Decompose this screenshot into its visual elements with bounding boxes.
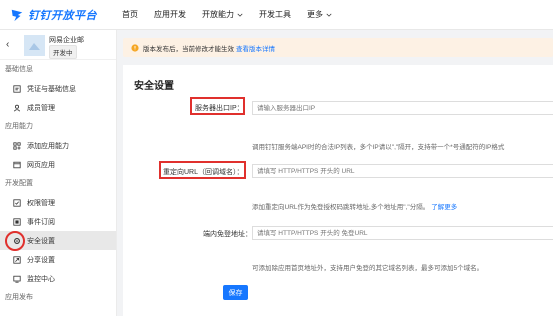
sidebar-item-label: 安全设置 — [27, 237, 55, 245]
chevron-down-icon — [326, 13, 332, 17]
sidebar-item-label: 成员管理 — [27, 104, 55, 112]
learn-more-link[interactable]: 了解更多 — [431, 204, 457, 211]
member-icon — [13, 104, 21, 111]
sidebar: ‹ 网易企业邮 开发中 基础信息 凭证与基础信息 成员管理 应用能力 添加应用能… — [0, 30, 117, 316]
version-details-link[interactable]: 查看版本详情 — [236, 43, 275, 53]
app-name: 网易企业邮 — [49, 37, 84, 44]
redirect-url-help-text: 添加重定向URL作为免登授权码跳转地址,多个地址用","分隔。 — [252, 204, 430, 211]
back-arrow-icon[interactable]: ‹ — [6, 39, 9, 50]
sidebar-item-security[interactable]: 安全设置 — [0, 231, 116, 251]
in-app-login-input[interactable] — [252, 226, 553, 240]
notice-bar: 版本发布后，当前修改才能生效 查看版本详情 — [123, 38, 553, 57]
app-image-icon — [24, 35, 45, 56]
sidebar-item-label: 分享设置 — [27, 256, 55, 264]
sidebar-item-members[interactable]: 成员管理 — [0, 98, 116, 117]
chevron-down-icon — [237, 13, 243, 17]
top-navigation: 钉钉开放平台 首页 应用开发 开放能力 开发工具 更多 — [0, 0, 553, 30]
sidebar-item-label: 添加应用能力 — [27, 142, 69, 150]
section-dev-config: 开发配置 — [5, 180, 33, 187]
add-capability-icon — [13, 141, 21, 150]
section-app-capabilities: 应用能力 — [5, 123, 33, 130]
sidebar-item-web-app[interactable]: 网页应用 — [0, 155, 116, 174]
sidebar-item-label: 事件订阅 — [27, 218, 55, 226]
sidebar-item-label: 权限管理 — [27, 199, 55, 207]
sidebar-item-monitor[interactable]: 监控中心 — [0, 269, 116, 288]
page-title: 安全设置 — [134, 81, 174, 92]
nav-more[interactable]: 更多 — [307, 9, 332, 20]
web-app-icon — [13, 161, 21, 168]
notice-text: 版本发布后，当前修改才能生效 — [143, 45, 234, 53]
permission-icon — [13, 198, 21, 207]
section-basic-info: 基础信息 — [5, 66, 33, 73]
warning-icon — [131, 43, 139, 52]
nav-label: 开发工具 — [259, 10, 291, 19]
app-header: ‹ 网易企业邮 开发中 — [0, 30, 116, 60]
redirect-url-label: 重定向URL（回调域名）： — [163, 169, 244, 176]
credential-icon — [13, 84, 21, 93]
sidebar-item-permissions[interactable]: 权限管理 — [0, 193, 116, 212]
nav-app-dev[interactable]: 应用开发 — [154, 9, 186, 20]
nav-label: 开放能力 — [202, 10, 234, 19]
sidebar-item-add-capability[interactable]: 添加应用能力 — [0, 136, 116, 155]
redirect-url-input[interactable] — [252, 164, 553, 178]
share-icon — [13, 255, 21, 264]
nav-label: 更多 — [307, 10, 323, 19]
logo[interactable]: 钉钉开放平台 — [10, 7, 106, 23]
dingtalk-logo-icon — [11, 9, 23, 21]
event-icon — [13, 217, 21, 226]
sidebar-item-label: 监控中心 — [27, 275, 55, 283]
sidebar-item-events[interactable]: 事件订阅 — [0, 212, 116, 231]
section-app-release: 应用发布 — [5, 294, 33, 301]
nav-home[interactable]: 首页 — [122, 9, 138, 20]
redirect-url-help: 添加重定向URL作为免登授权码跳转地址,多个地址用","分隔。 了解更多 — [252, 201, 457, 211]
nav-open-capabilities[interactable]: 开放能力 — [202, 9, 243, 20]
security-settings-panel: 安全设置 服务器出口IP： 调用钉钉服务端API时的合法IP列表，多个IP请以"… — [123, 65, 553, 316]
sidebar-item-share[interactable]: 分享设置 — [0, 250, 116, 269]
nav-dev-tools[interactable]: 开发工具 — [259, 9, 291, 20]
highlight-circle — [5, 231, 25, 251]
server-ip-help: 调用钉钉服务端API时的合法IP列表，多个IP请以","隔开，支持带一个*号通配… — [252, 144, 505, 151]
sidebar-item-label: 凭证与基础信息 — [27, 85, 76, 93]
server-ip-input[interactable] — [252, 101, 553, 115]
app-avatar — [24, 35, 45, 56]
in-app-login-help: 可添加除应用首页地址外，支持用户免登的其它域名列表，最多可添加5个域名。 — [252, 265, 484, 272]
sidebar-item-label: 网页应用 — [27, 161, 55, 169]
in-app-login-label: 端内免登地址： — [203, 231, 252, 238]
sidebar-item-credentials[interactable]: 凭证与基础信息 — [0, 79, 116, 98]
logo-text: 钉钉开放平台 — [28, 9, 97, 22]
server-ip-label: 服务器出口IP： — [195, 105, 244, 112]
monitor-icon — [13, 275, 21, 283]
nav-label: 应用开发 — [154, 10, 186, 19]
nav-label: 首页 — [122, 10, 138, 19]
save-button[interactable]: 保存 — [223, 285, 248, 300]
status-badge: 开发中 — [49, 45, 77, 59]
